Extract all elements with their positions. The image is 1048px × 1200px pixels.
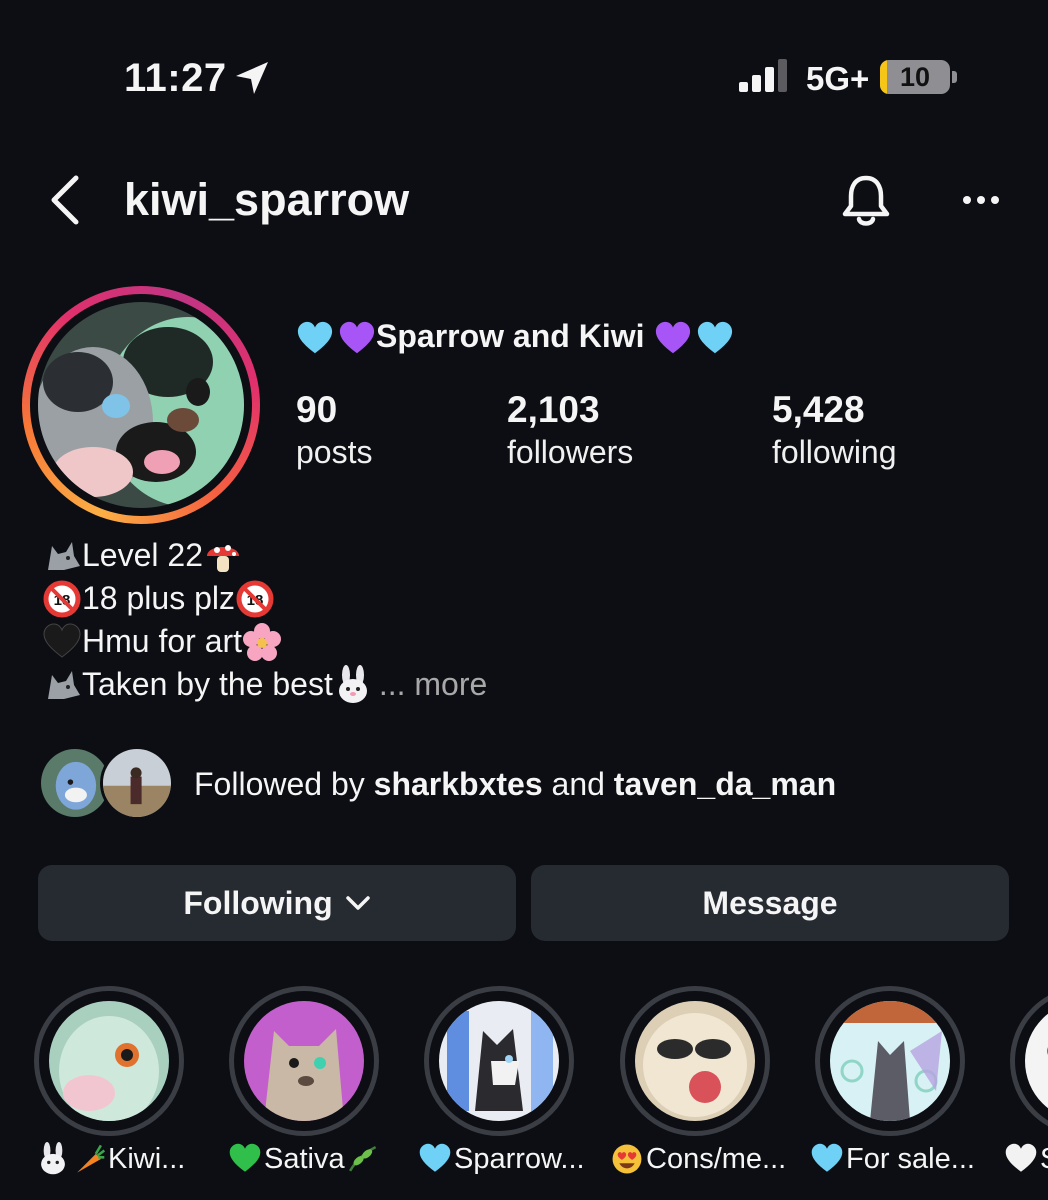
cellular-signal-icon bbox=[739, 59, 787, 92]
bio-more-link[interactable]: ... more bbox=[379, 663, 487, 706]
highlight-label: Sativa bbox=[228, 1142, 381, 1176]
following-button[interactable]: Following bbox=[38, 865, 516, 941]
highlight-cover bbox=[635, 1001, 755, 1121]
story-ring[interactable] bbox=[22, 286, 260, 524]
bio: Level 22 18 18 plus plz 18 Hmu for art bbox=[42, 534, 642, 706]
display-name: Sparrow and Kiwi bbox=[296, 318, 734, 358]
avatar bbox=[100, 746, 174, 820]
no-under-18-icon: 18 bbox=[43, 580, 81, 617]
heart-eyes-icon bbox=[612, 1144, 642, 1174]
posts-label: posts bbox=[296, 434, 373, 470]
light-blue-heart-icon bbox=[418, 1142, 452, 1176]
followed-by-user[interactable]: taven_da_man bbox=[614, 766, 836, 802]
no-under-18-icon: 18 bbox=[236, 580, 274, 617]
white-heart-icon bbox=[1004, 1142, 1038, 1176]
light-blue-heart-icon bbox=[696, 320, 734, 358]
light-blue-heart-icon bbox=[296, 320, 334, 358]
bio-line: 18 18 plus plz 18 bbox=[42, 577, 642, 620]
highlight-cover bbox=[439, 1001, 559, 1121]
profile-username: kiwi_sparrow bbox=[124, 174, 410, 225]
story-highlight[interactable] bbox=[620, 986, 770, 1136]
story-highlight[interactable] bbox=[1010, 986, 1048, 1136]
purple-heart-icon bbox=[654, 320, 692, 358]
light-blue-heart-icon bbox=[810, 1142, 844, 1176]
purple-heart-icon bbox=[338, 320, 376, 358]
herb-icon bbox=[348, 1145, 376, 1172]
bell-icon[interactable] bbox=[836, 172, 896, 230]
battery-level: 10 bbox=[899, 62, 931, 92]
followers-stat[interactable]: 2,103 followers bbox=[507, 388, 633, 472]
highlight-cover bbox=[244, 1001, 364, 1121]
highlight-cover bbox=[49, 1001, 169, 1121]
carrot-icon bbox=[77, 1144, 106, 1173]
green-heart-icon bbox=[228, 1142, 262, 1176]
following-count: 5,428 bbox=[772, 389, 865, 430]
followers-label: followers bbox=[507, 434, 634, 470]
followed-by-text[interactable]: Followed by sharkbxtes and taven_da_man bbox=[194, 766, 836, 803]
wolf-icon bbox=[48, 541, 80, 570]
more-icon[interactable] bbox=[956, 186, 1006, 214]
display-name-text: Sparrow and Kiwi bbox=[376, 318, 645, 354]
highlight-label: S bbox=[1004, 1142, 1048, 1176]
profile-page: 11:27 5G+ 10 kiwi_sparrow Sparrow and Ki… bbox=[0, 0, 1048, 1200]
story-highlight[interactable] bbox=[424, 986, 574, 1136]
chevron-down-icon bbox=[345, 896, 370, 910]
rabbit-icon bbox=[338, 664, 367, 703]
followers-count: 2,103 bbox=[507, 389, 600, 430]
highlight-label: Cons/me... bbox=[610, 1142, 786, 1176]
black-heart-icon bbox=[42, 622, 82, 662]
followed-by-avatars[interactable] bbox=[38, 746, 178, 824]
story-highlight[interactable] bbox=[815, 986, 965, 1136]
bio-line: Level 22 bbox=[42, 534, 642, 577]
highlight-cover bbox=[830, 1001, 950, 1121]
posts-stat[interactable]: 90 posts bbox=[296, 388, 372, 472]
highlight-label: Kiwi... bbox=[36, 1142, 185, 1176]
battery-icon: 10 bbox=[880, 58, 960, 98]
followed-by-user[interactable]: sharkbxtes bbox=[374, 766, 543, 802]
message-button[interactable]: Message bbox=[531, 865, 1009, 941]
cherry-blossom-icon bbox=[243, 622, 282, 661]
highlight-label: Sparrow... bbox=[418, 1142, 585, 1176]
following-label: following bbox=[772, 434, 897, 470]
mushroom-icon bbox=[206, 544, 239, 572]
following-stat[interactable]: 5,428 following bbox=[772, 388, 897, 472]
rabbit-icon bbox=[41, 1142, 65, 1175]
status-bar: 11:27 5G+ 10 bbox=[0, 0, 1048, 150]
posts-count: 90 bbox=[296, 389, 338, 430]
highlight-label: For sale... bbox=[810, 1142, 975, 1176]
bio-line: Taken by the best ... more bbox=[42, 663, 642, 706]
status-time: 11:27 bbox=[124, 56, 227, 100]
wolf-icon bbox=[48, 670, 80, 699]
story-highlight[interactable] bbox=[34, 986, 184, 1136]
bio-line: Hmu for art bbox=[42, 620, 642, 663]
network-label: 5G+ bbox=[806, 60, 870, 97]
location-arrow-icon bbox=[236, 62, 268, 94]
profile-avatar bbox=[38, 302, 244, 508]
back-icon[interactable] bbox=[44, 172, 88, 228]
story-highlight[interactable] bbox=[229, 986, 379, 1136]
